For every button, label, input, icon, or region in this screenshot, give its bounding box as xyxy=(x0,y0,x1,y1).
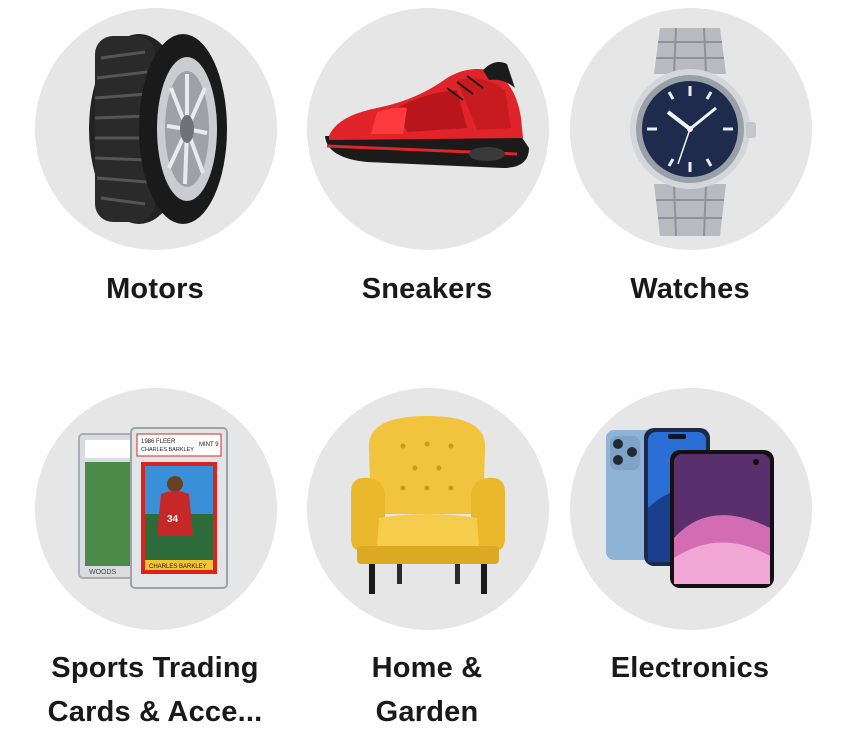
category-label: Electronics xyxy=(610,652,770,684)
category-image-circle xyxy=(570,8,812,250)
category-grid: Motors Sneakers Watches WOODS 1986 FLEER… xyxy=(0,0,859,734)
trading-card-icon: WOODS 1986 FLEER CHARLES BARKLEY MINT 9 … xyxy=(78,427,228,589)
category-tile-sneakers[interactable]: Sneakers xyxy=(305,8,555,308)
category-label-line2: Cards & Acce... xyxy=(47,696,263,728)
category-image-circle xyxy=(307,388,549,630)
category-tile-watches[interactable]: Watches xyxy=(568,8,818,308)
category-label-line1: Home & xyxy=(371,652,483,684)
watch-icon xyxy=(630,27,756,237)
category-image-circle xyxy=(570,388,812,630)
tire-icon xyxy=(89,34,227,224)
sneaker-icon xyxy=(325,62,529,168)
card-nameplate: CHARLES BARKLEY xyxy=(149,564,207,570)
category-image-circle xyxy=(35,8,277,250)
category-tile-motors[interactable]: Motors xyxy=(33,8,283,308)
category-tile-electronics[interactable]: Electronics xyxy=(568,388,818,688)
category-tile-sports-trading-cards[interactable]: WOODS 1986 FLEER CHARLES BARKLEY MINT 9 … xyxy=(33,388,283,728)
smartphones-icon xyxy=(606,428,774,588)
category-image-circle xyxy=(307,8,549,250)
jersey-number: 34 xyxy=(167,514,179,525)
category-label-line1: Sports Trading xyxy=(51,652,259,684)
category-label: Motors xyxy=(106,273,204,305)
category-label: Sneakers xyxy=(361,273,493,305)
category-label: Sports Trading Cards & Acce... xyxy=(10,646,300,734)
card-header-player: CHARLES BARKLEY xyxy=(141,447,194,453)
armchair-icon xyxy=(351,416,505,594)
card-grade: MINT 9 xyxy=(199,442,219,448)
card-header-year: 1986 FLEER xyxy=(141,439,176,445)
category-tile-home-garden[interactable]: Home & Garden xyxy=(305,388,555,728)
back-card-name: WOODS xyxy=(89,569,117,576)
category-label-line2: Garden xyxy=(375,696,479,728)
category-image-circle: WOODS 1986 FLEER CHARLES BARKLEY MINT 9 … xyxy=(35,388,277,630)
category-label: Watches xyxy=(630,273,750,305)
category-label: Home & Garden xyxy=(282,646,572,734)
